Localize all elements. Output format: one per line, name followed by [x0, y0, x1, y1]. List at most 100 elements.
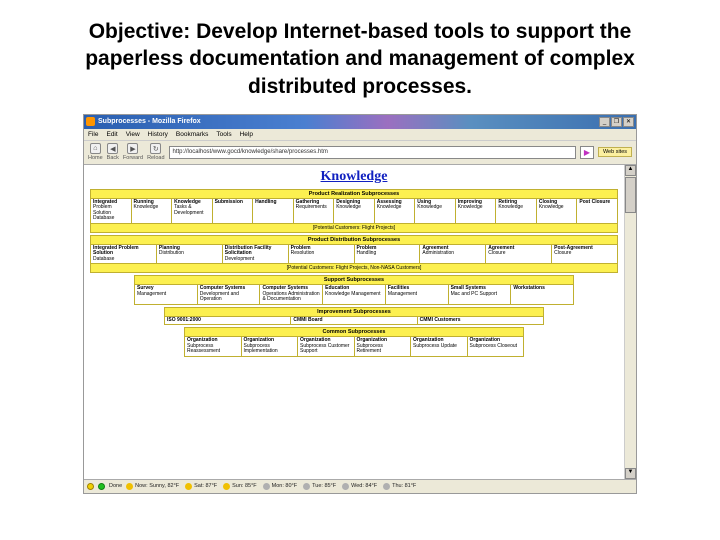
scroll-down-icon[interactable]: ▼ [625, 468, 636, 479]
section-body: Integrated Problem SolutionDatabasePlann… [90, 245, 618, 265]
section-band: Product Realization SubprocessesIntegrat… [90, 189, 618, 233]
section-body: SurveyManagementComputer SystemsDevelopm… [134, 285, 574, 305]
section-header: Support Subprocesses [134, 275, 574, 285]
back-button[interactable]: ◀Back [107, 143, 119, 161]
weather-item: Mon: 80°F [263, 483, 297, 490]
menu-history[interactable]: History [148, 131, 168, 138]
section-item[interactable]: ProblemHandling [355, 245, 421, 264]
weather-item: Now: Sunny, 82°F [126, 483, 179, 490]
weather-icon [303, 483, 310, 490]
section-item[interactable]: CMMI Board [291, 317, 417, 325]
vertical-scrollbar[interactable]: ▲ ▼ [624, 165, 636, 479]
home-button[interactable]: ⌂Home [88, 143, 103, 161]
section-item[interactable]: Integrated Problem SolutionDatabase [91, 245, 157, 264]
section-item[interactable]: RunningKnowledge [132, 199, 173, 223]
section-item[interactable]: EducationKnowledge Management [323, 285, 386, 304]
section-item[interactable]: ISO 9001:2000 [165, 317, 291, 325]
section-item[interactable]: Post Closure [577, 199, 617, 223]
section-body: OrganizationSubprocess ReassessmentOrgan… [184, 337, 524, 357]
go-button[interactable]: ▶ [580, 146, 594, 159]
section-body: IntegratedProblem Solution DatabaseRunni… [90, 199, 618, 224]
tab-websites[interactable]: Web sites [598, 147, 632, 157]
section-item[interactable]: ClosingKnowledge [537, 199, 578, 223]
section-item[interactable]: KnowledgeTasks & Development [172, 199, 213, 223]
section-band: Common SubprocessesOrganizationSubproces… [184, 327, 524, 357]
section-header: Improvement Subprocesses [164, 307, 544, 317]
status-bar: Done Now: Sunny, 82°F Sat: 87°F Sun: 85°F M… [84, 479, 636, 493]
section-item[interactable]: OrganizationSubprocess Closeout [468, 337, 524, 356]
connection-icon [98, 483, 105, 490]
status-done: Done [109, 483, 122, 489]
section-item[interactable]: DesigningKnowledge [334, 199, 375, 223]
section-item[interactable]: Submission [213, 199, 254, 223]
section-item[interactable]: Computer SystemsOperations Administratio… [260, 285, 323, 304]
weather-item: Sun: 85°F [223, 483, 257, 490]
section-item[interactable]: OrganizationSubprocess Customer Support [298, 337, 355, 356]
forward-button[interactable]: ▶Forward [123, 143, 143, 161]
weather-icon [185, 483, 192, 490]
page-title: Knowledge [84, 165, 624, 187]
minimize-button[interactable]: _ [599, 117, 610, 127]
forward-icon: ▶ [127, 143, 138, 154]
section-item[interactable]: Handling [253, 199, 294, 223]
section-band: Improvement SubprocessesISO 9001:2000CMM… [164, 307, 544, 326]
section-item[interactable]: OrganizationSubprocess Reassessment [185, 337, 242, 356]
section-item[interactable]: PlanningDistribution [157, 245, 223, 264]
section-item[interactable]: AgreementAdministration [420, 245, 486, 264]
go-icon: ▶ [584, 148, 590, 157]
section-footer: [Potential Customers: Flight Projects, N… [90, 264, 618, 273]
section-item[interactable]: GatheringRequirements [294, 199, 335, 223]
section-item[interactable]: FacilitiesManagement [386, 285, 449, 304]
section-band: Product Distribution SubprocessesIntegra… [90, 235, 618, 274]
section-header: Common Subprocesses [184, 327, 524, 337]
section-item[interactable]: IntegratedProblem Solution Database [91, 199, 132, 223]
weather-icon [126, 483, 133, 490]
page-content: Knowledge Product Realization Subprocess… [84, 165, 624, 479]
weather-icon [223, 483, 230, 490]
weather-item: Tue: 85°F [303, 483, 336, 490]
menu-bar: File Edit View History Bookmarks Tools H… [84, 129, 636, 141]
section-item[interactable]: OrganizationSubprocess Retirement [355, 337, 412, 356]
section-item[interactable]: AssessingKnowledge [375, 199, 416, 223]
scroll-up-icon[interactable]: ▲ [625, 165, 636, 176]
weather-icon [342, 483, 349, 490]
section-item[interactable]: ImprovingKnowledge [456, 199, 497, 223]
weather-item: Wed: 84°F [342, 483, 377, 490]
reload-button[interactable]: ↻Reload [147, 143, 164, 161]
section-item[interactable]: RetiringKnowledge [496, 199, 537, 223]
section-item[interactable]: Computer SystemsDevelopment and Operatio… [198, 285, 261, 304]
menu-help[interactable]: Help [240, 131, 253, 138]
slide-title: Objective: Develop Internet-based tools … [0, 0, 720, 108]
section-item[interactable]: Distribution Facility SolicitationDevelo… [223, 245, 289, 264]
section-item[interactable]: ProblemResolution [289, 245, 355, 264]
section-item[interactable]: CMMI Customers [418, 317, 543, 325]
menu-view[interactable]: View [126, 131, 140, 138]
section-item[interactable]: OrganizationSubprocess Update [411, 337, 468, 356]
url-bar[interactable]: http://localhost/www.gocd/knowledge/shar… [169, 146, 576, 159]
menu-edit[interactable]: Edit [106, 131, 117, 138]
weather-item: Sat: 87°F [185, 483, 217, 490]
menu-tools[interactable]: Tools [216, 131, 231, 138]
section-band: Support SubprocessesSurveyManagementComp… [134, 275, 574, 305]
section-item[interactable]: AgreementClosure [486, 245, 552, 264]
menu-bookmarks[interactable]: Bookmarks [176, 131, 209, 138]
window-title: Subprocesses - Mozilla Firefox [98, 118, 201, 125]
section-item[interactable]: Post-AgreementClosure [552, 245, 617, 264]
home-icon: ⌂ [90, 143, 101, 154]
scroll-thumb[interactable] [625, 177, 636, 213]
weather-item: Thu: 81°F [383, 483, 416, 490]
section-footer: [Potential Customers: Flight Projects] [90, 224, 618, 233]
window-titlebar: Subprocesses - Mozilla Firefox _ ❐ ✕ [84, 115, 636, 129]
close-button[interactable]: ✕ [623, 117, 634, 127]
firefox-icon [86, 117, 95, 126]
section-item[interactable]: UsingKnowledge [415, 199, 456, 223]
section-item[interactable]: Small SystemsMac and PC Support [449, 285, 512, 304]
maximize-button[interactable]: ❐ [611, 117, 622, 127]
section-item[interactable]: SurveyManagement [135, 285, 198, 304]
section-header: Product Distribution Subprocesses [90, 235, 618, 245]
section-body: ISO 9001:2000CMMI BoardCMMI Customers [164, 317, 544, 326]
menu-file[interactable]: File [88, 131, 98, 138]
section-item[interactable]: Workstations [511, 285, 573, 304]
weather-icon [263, 483, 270, 490]
section-item[interactable]: OrganizationSubprocess Implementation [242, 337, 299, 356]
